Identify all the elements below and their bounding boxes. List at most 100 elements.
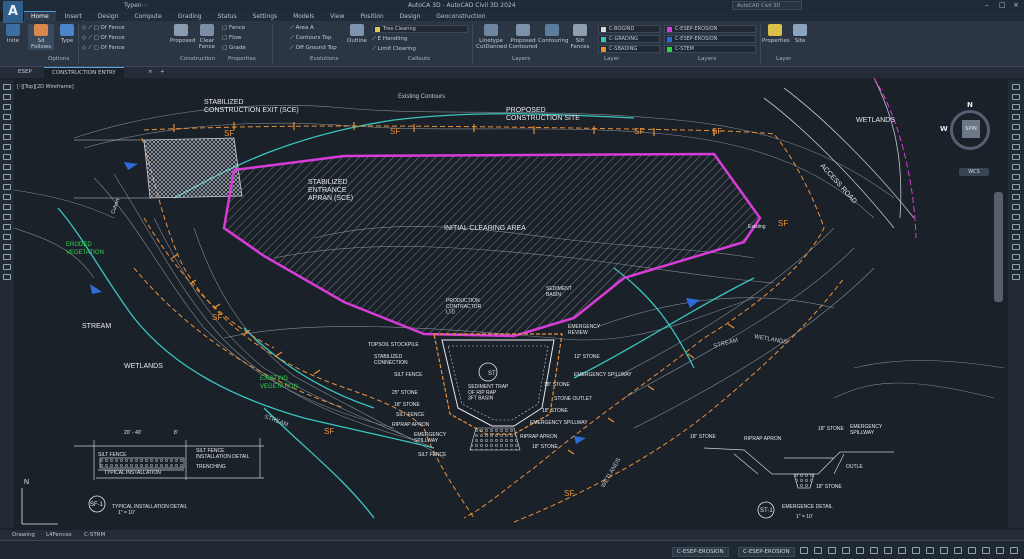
fence-item[interactable]: ▢ Fence <box>222 25 245 31</box>
status-annotation-icon[interactable] <box>926 547 934 554</box>
quick-access-toolbar[interactable]: Typen⋯ <box>124 2 148 9</box>
current-layer-2[interactable]: C-ESEP-EROSION <box>738 547 795 557</box>
contours-top-item[interactable]: ⟋ Contours Top <box>290 35 331 42</box>
tab-position[interactable]: Position <box>353 12 390 21</box>
tab-compute[interactable]: Compute <box>127 12 168 21</box>
area-a-item[interactable]: ⟋ Area A <box>290 25 314 32</box>
tool-rotate-icon[interactable] <box>3 244 11 250</box>
tool-stretch-icon[interactable] <box>3 274 11 280</box>
tool-ellipse-icon[interactable] <box>3 154 11 160</box>
flow-item[interactable]: ▢ Flow <box>222 35 242 41</box>
panel-layers[interactable]: Layers <box>512 56 530 62</box>
nav-grid-icon[interactable] <box>1012 214 1020 220</box>
panel-construction[interactable]: Construction <box>180 56 215 62</box>
layer-dropdown-4[interactable]: C-ESEP-EROSION <box>664 25 756 33</box>
panel-callouts[interactable]: Callouts <box>408 56 430 62</box>
status-selection-icon[interactable] <box>912 547 920 554</box>
outline-button[interactable]: Outline <box>346 24 368 44</box>
new-tab-icon[interactable]: + <box>160 69 165 75</box>
tool-move-icon[interactable] <box>3 224 11 230</box>
compass-west[interactable]: W <box>940 125 948 133</box>
tool-table-icon[interactable] <box>3 214 11 220</box>
nav-measure-icon[interactable] <box>1012 184 1020 190</box>
status-lweight-icon[interactable] <box>884 547 892 554</box>
tool-circle-icon[interactable] <box>3 104 11 110</box>
offset-fence-item[interactable]: ◇ ⟋ ▢ Of Fence <box>82 25 125 32</box>
tool-point-icon[interactable] <box>3 204 11 210</box>
minimize-icon[interactable]: – <box>985 1 989 9</box>
wcs-menu[interactable]: WCS <box>959 168 989 176</box>
status-osnap-icon[interactable] <box>856 547 864 554</box>
tool-copy-icon[interactable] <box>3 234 11 240</box>
tab-grading[interactable]: Grading <box>171 12 209 21</box>
nav-annotation-icon[interactable] <box>1012 274 1020 280</box>
tab-settings[interactable]: Settings <box>246 12 285 21</box>
search-input[interactable]: AutoCAD Civil 3D <box>732 1 802 10</box>
status-transparency-icon[interactable] <box>898 547 906 554</box>
type-button[interactable]: Type <box>58 24 76 44</box>
properties-button[interactable]: Properties <box>762 24 790 44</box>
panel-properties[interactable]: Properties <box>228 56 256 62</box>
current-layer[interactable]: C-ESEP-EROSION <box>672 547 729 557</box>
tool-line-icon[interactable] <box>3 84 11 90</box>
tool-region-icon[interactable] <box>3 174 11 180</box>
panel-options[interactable]: Options <box>48 56 69 62</box>
layout-tab-drawing[interactable]: Drawing <box>12 532 35 538</box>
proposed-button[interactable]: Proposed <box>170 24 195 44</box>
tool-spline-icon[interactable] <box>3 144 11 150</box>
tool-polygon-icon[interactable] <box>3 134 11 140</box>
nav-orbit-icon[interactable] <box>1012 104 1020 110</box>
limit-clearing-item[interactable]: ⟋ Limit Clearing <box>372 46 416 53</box>
nav-zoom-icon[interactable] <box>1012 94 1020 100</box>
status-snap-icon[interactable] <box>814 547 822 554</box>
status-clean-screen-icon[interactable] <box>996 547 1004 554</box>
nav-layer-icon[interactable] <box>1012 164 1020 170</box>
nav-window-icon[interactable] <box>1012 134 1020 140</box>
status-grid-icon[interactable] <box>800 547 808 554</box>
tool-arc-icon[interactable] <box>3 114 11 120</box>
app-logo-icon[interactable]: A <box>3 1 23 23</box>
close-icon[interactable]: × <box>1013 1 1019 9</box>
site-button[interactable]: Site <box>790 24 810 44</box>
close-tab-icon[interactable]: × <box>148 69 153 75</box>
tool-scale-icon[interactable] <box>3 264 11 270</box>
off-ground-top-item[interactable]: ⟋ Off Ground Top <box>290 45 337 52</box>
sd-follows-button[interactable]: Sd Follows <box>28 24 54 50</box>
doc-tab-construction-entry[interactable]: CONSTRUCTION ENTRY <box>44 67 124 78</box>
nav-snap-icon[interactable] <box>1012 224 1020 230</box>
vertical-scrollbar[interactable] <box>994 192 1003 302</box>
nav-osnap-icon[interactable] <box>1012 254 1020 260</box>
status-customize-icon[interactable] <box>1010 547 1018 554</box>
tab-geoconstruction[interactable]: Geoconstruction <box>429 12 492 21</box>
silt-fences-button[interactable]: Silt Fences <box>568 24 592 50</box>
tool-text-icon[interactable] <box>3 184 11 190</box>
status-workspace-icon[interactable] <box>940 547 948 554</box>
tool-polyline-icon[interactable] <box>3 94 11 100</box>
layout-tab-fences[interactable]: L4Fences <box>46 532 72 538</box>
tree-clearing-dropdown[interactable]: Tree Clearing <box>372 25 468 33</box>
nav-find-icon[interactable] <box>1012 194 1020 200</box>
tool-rectangle-icon[interactable] <box>3 124 11 130</box>
maximize-icon[interactable]: □ <box>999 1 1006 9</box>
tab-view[interactable]: View <box>323 12 351 21</box>
contouring-button[interactable]: Contouring <box>538 24 568 44</box>
nav-previous-icon[interactable] <box>1012 144 1020 150</box>
layer-dropdown-6[interactable]: C-STEM <box>664 45 756 53</box>
nav-ortho-icon[interactable] <box>1012 234 1020 240</box>
linetype-button[interactable]: Linetype CutDanned <box>476 24 507 50</box>
nav-pan-icon[interactable] <box>1012 84 1020 90</box>
offset-fence-item-2[interactable]: ◇ ⟋ ▢ Of Fence <box>82 35 125 42</box>
nav-polar-icon[interactable] <box>1012 244 1020 250</box>
construction-exit-hatch[interactable] <box>143 137 243 199</box>
nav-wheel-icon[interactable] <box>1012 114 1020 120</box>
nav-extents-icon[interactable] <box>1012 124 1020 130</box>
proposed-contoured-button[interactable]: Proposed Contoured <box>508 24 538 50</box>
layout-tab-strm[interactable]: C-STRM <box>84 532 105 538</box>
tool-hatch-icon[interactable] <box>3 164 11 170</box>
tab-insert[interactable]: Insert <box>58 12 89 21</box>
tool-mirror-icon[interactable] <box>3 254 11 260</box>
e-handling-item[interactable]: ⟋ E Handling <box>372 36 407 43</box>
compass-north[interactable]: N <box>967 101 973 109</box>
nav-props-icon[interactable] <box>1012 174 1020 180</box>
tab-design[interactable]: Design <box>91 12 126 21</box>
